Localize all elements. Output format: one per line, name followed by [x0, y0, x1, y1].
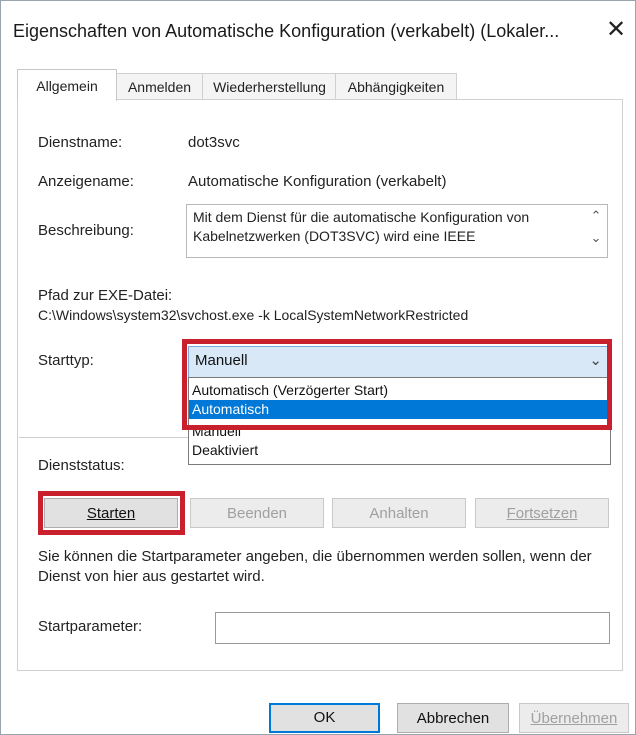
tab-abhaengigkeiten[interactable]: Abhängigkeiten	[335, 73, 457, 101]
option-deaktiviert[interactable]: Deaktiviert	[189, 441, 610, 460]
window-title: Eigenschaften von Automatische Konfigura…	[13, 21, 560, 41]
scroll-down-icon[interactable]: ⌄	[585, 227, 607, 249]
tab-anmelden[interactable]: Anmelden	[115, 73, 204, 101]
start-button[interactable]: Starten	[44, 498, 178, 528]
exe-path-label: Pfad zur EXE-Datei:	[38, 287, 173, 304]
start-type-label: Starttyp:	[38, 352, 94, 369]
start-type-select[interactable]: Manuell ⌄	[188, 346, 609, 378]
pause-button[interactable]: Anhalten	[332, 498, 466, 528]
pause-button-label: Anhalten	[369, 505, 429, 522]
stop-button[interactable]: Beenden	[190, 498, 324, 528]
description-text: Mit dem Dienst für die automatische Konf…	[193, 209, 530, 244]
cancel-button-label: Abbrechen	[416, 710, 490, 727]
ok-button[interactable]: OK	[269, 703, 380, 733]
close-icon[interactable]: ✕	[601, 15, 631, 45]
tab-allgemein[interactable]: Allgemein	[17, 69, 117, 101]
start-params-input[interactable]	[215, 612, 610, 644]
display-name-value: Automatische Konfiguration (verkabelt)	[188, 173, 447, 190]
start-parameter-hint: Sie können die Startparameter angeben, d…	[38, 548, 592, 585]
description-box[interactable]: Mit dem Dienst für die automatische Konf…	[186, 204, 608, 258]
start-button-label: Starten	[86, 505, 136, 522]
apply-button-label: Übernehmen	[530, 710, 618, 727]
start-type-dropdown-list[interactable]: Automatisch (Verzögerter Start) Automati…	[188, 377, 611, 465]
scroll-up-icon[interactable]: ⌃	[585, 205, 607, 227]
resume-button[interactable]: Fortsetzen	[475, 498, 609, 528]
option-manuell[interactable]: Manuell	[189, 422, 610, 441]
description-label: Beschreibung:	[38, 222, 134, 239]
start-params-label: Startparameter:	[38, 618, 143, 635]
chevron-down-icon[interactable]: ⌄	[589, 351, 602, 369]
apply-button[interactable]: Übernehmen	[519, 703, 629, 733]
service-name-value: dot3svc	[188, 134, 240, 151]
title-bar: Eigenschaften von Automatische Konfigura…	[1, 1, 635, 59]
start-type-value: Manuell	[195, 352, 248, 369]
option-automatisch-verzoegert[interactable]: Automatisch (Verzögerter Start)	[189, 381, 610, 400]
display-name-label: Anzeigename:	[38, 173, 134, 190]
resume-button-label: Fortsetzen	[506, 505, 578, 522]
service-name-label: Dienstname:	[38, 134, 123, 151]
properties-dialog: Eigenschaften von Automatische Konfigura…	[0, 0, 636, 735]
exe-path-value: C:\Windows\system32\svchost.exe -k Local…	[38, 307, 469, 323]
service-status-label: Dienststatus:	[38, 457, 125, 474]
ok-button-label: OK	[313, 709, 336, 726]
tab-wiederherstellung[interactable]: Wiederherstellung	[202, 73, 337, 101]
cancel-button[interactable]: Abbrechen	[397, 703, 509, 733]
separator	[19, 437, 195, 438]
description-scrollbar[interactable]: ⌃ ⌄	[585, 205, 607, 257]
stop-button-label: Beenden	[226, 505, 288, 522]
option-automatisch[interactable]: Automatisch	[189, 400, 610, 419]
